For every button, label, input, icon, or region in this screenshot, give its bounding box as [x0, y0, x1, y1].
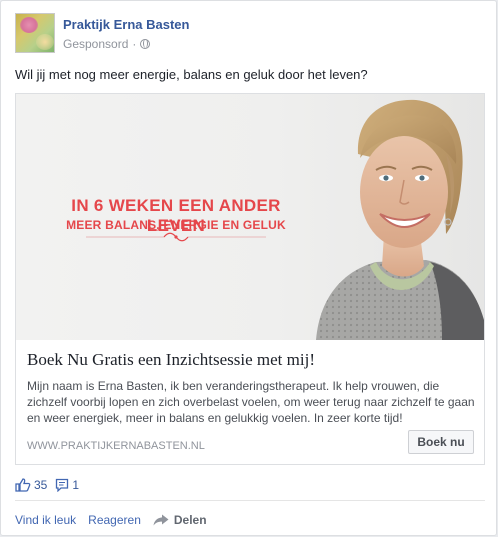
action-bar: Vind ik leuk Reageren Delen — [15, 511, 207, 529]
avatar-flower-decoration — [20, 17, 38, 33]
avatar-light-decoration — [36, 34, 54, 50]
sponsored-line: Gesponsord · — [63, 37, 151, 51]
sponsored-label: Gesponsord — [63, 37, 129, 51]
meta-separator: · — [132, 37, 137, 51]
woman-portrait — [316, 99, 484, 340]
likes-number: 35 — [34, 478, 48, 492]
ad-description: Mijn naam is Erna Basten, ik ben verande… — [27, 379, 475, 425]
comments-number: 1 — [72, 478, 80, 492]
comments-count[interactable]: 1 — [55, 478, 79, 492]
thumbs-up-icon — [15, 478, 31, 492]
reaction-stats: 35 1 — [15, 477, 87, 493]
like-action[interactable]: Vind ik leuk — [15, 513, 76, 527]
globe-icon[interactable] — [140, 39, 151, 49]
sponsored-post: Praktijk Erna Basten Gesponsord · Wil ji… — [0, 0, 497, 536]
post-header: Praktijk Erna Basten Gesponsord · — [15, 13, 485, 55]
actions-divider — [15, 500, 485, 501]
ad-url[interactable]: WWW.PRAKTIJKERNABASTEN.NL — [27, 440, 205, 452]
likes-count[interactable]: 35 — [15, 478, 47, 492]
ad-card[interactable]: IN 6 WEKEN EEN ANDER LEVEN MEER BALANS, … — [15, 93, 485, 465]
ad-title[interactable]: Boek Nu Gratis een Inzichtsessie met mij… — [27, 350, 315, 370]
comment-icon — [56, 478, 69, 492]
share-label: Delen — [173, 513, 207, 527]
post-message: Wil jij met nog meer energie, balans en … — [15, 67, 368, 82]
image-subheadline: MEER BALANS, ENERGIE EN GELUK — [66, 218, 286, 232]
book-now-button[interactable]: Boek nu — [408, 430, 474, 454]
flourish-icon — [86, 232, 266, 242]
comment-action[interactable]: Reageren — [88, 513, 141, 527]
page-avatar[interactable] — [15, 13, 55, 53]
share-action[interactable]: Delen — [153, 513, 207, 527]
ad-image[interactable]: IN 6 WEKEN EEN ANDER LEVEN MEER BALANS, … — [16, 94, 484, 340]
page-name-link[interactable]: Praktijk Erna Basten — [63, 17, 189, 32]
share-arrow-icon — [153, 514, 169, 526]
